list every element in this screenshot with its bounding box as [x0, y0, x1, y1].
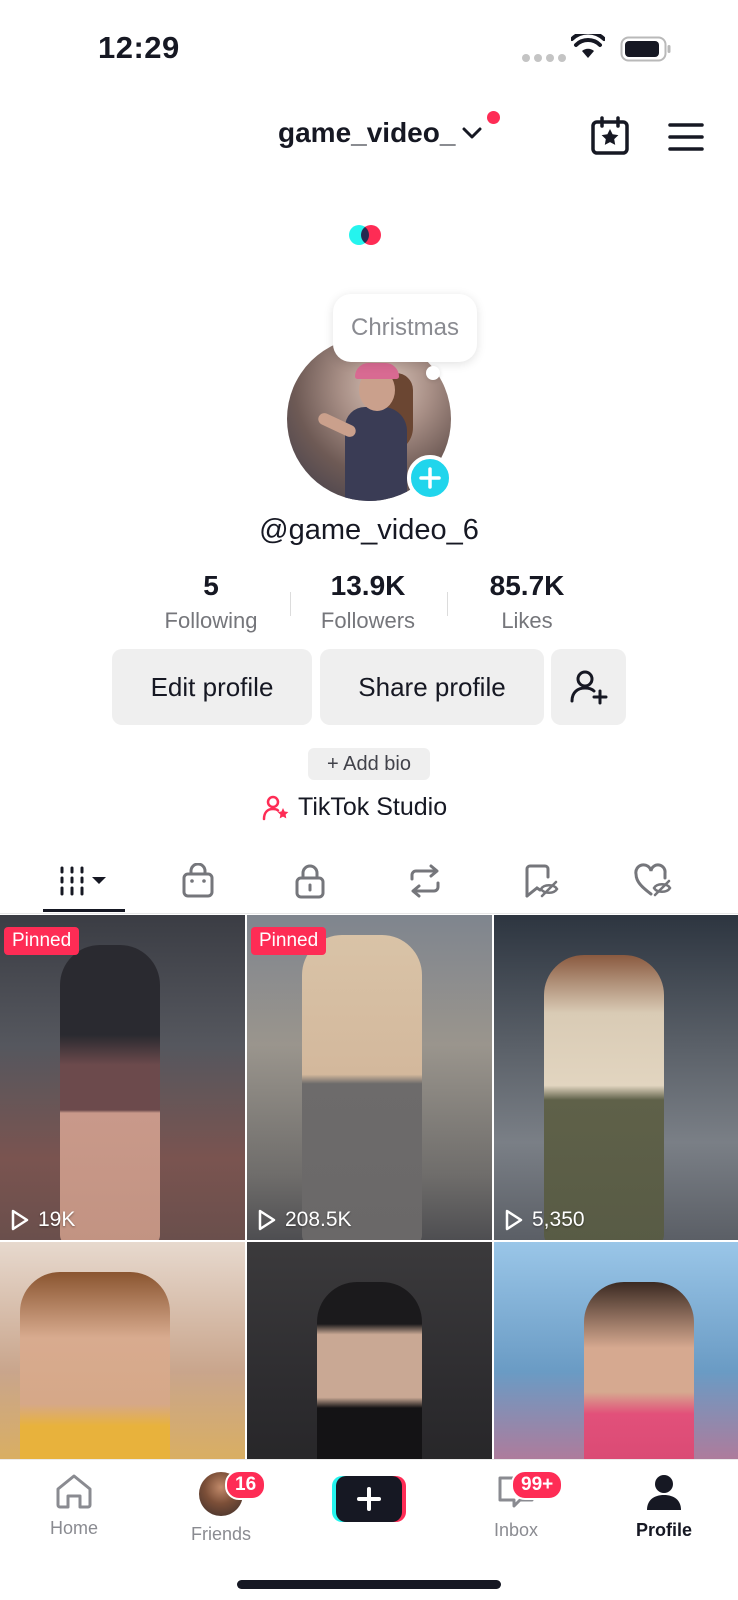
- add-friends-button[interactable]: [551, 649, 626, 725]
- nav-home[interactable]: Home: [14, 1472, 134, 1539]
- view-count-text: 19K: [38, 1208, 76, 1231]
- stat-divider: [290, 592, 291, 616]
- play-outline-icon: [11, 1209, 29, 1231]
- account-switcher[interactable]: game_video_: [278, 117, 483, 149]
- add-user-icon: [570, 670, 607, 705]
- tab-liked[interactable]: [598, 850, 708, 912]
- profile-stats: 5 Following 13.9K Followers 85.7K Likes: [0, 570, 738, 640]
- friends-badge: 16: [225, 1470, 267, 1500]
- stat-value: 85.7K: [489, 570, 565, 601]
- video-thumbnail[interactable]: [247, 1242, 492, 1459]
- favorites-hidden-icon: [525, 864, 559, 898]
- profile-tabs: [0, 850, 738, 914]
- status-bar: 12:29: [0, 0, 738, 100]
- nav-inbox[interactable]: Inbox 99+: [456, 1470, 576, 1541]
- stat-label: Following: [164, 608, 258, 633]
- stat-label: Followers: [320, 608, 416, 633]
- add-story-button[interactable]: [407, 455, 453, 501]
- view-count: 19K: [10, 1208, 75, 1232]
- profile-note-bubble[interactable]: Christmas: [333, 294, 477, 362]
- video-grid: Pinned 19K Pinned 208.5K 5,350: [0, 915, 738, 1459]
- nav-profile[interactable]: Profile: [604, 1472, 724, 1541]
- menu-icon[interactable]: [668, 122, 704, 152]
- liked-hidden-icon: [634, 863, 672, 897]
- play-outline-icon: [505, 1209, 523, 1231]
- creator-studio-icon: [262, 795, 289, 820]
- repost-icon: [410, 864, 440, 898]
- nav-label: Friends: [190, 1524, 252, 1544]
- profile-icon: [647, 1475, 681, 1510]
- tab-reposts[interactable]: [370, 850, 480, 912]
- pinned-badge: Pinned: [4, 927, 80, 955]
- note-tail: [426, 366, 440, 380]
- video-thumbnail[interactable]: Pinned 19K: [0, 915, 245, 1240]
- tab-videos[interactable]: [29, 850, 139, 912]
- note-text: Christmas: [350, 314, 459, 341]
- share-profile-button[interactable]: Share profile: [320, 649, 544, 725]
- profile-header: game_video_: [0, 100, 738, 180]
- add-bio-button[interactable]: + Add bio: [308, 748, 430, 780]
- view-count-text: 208.5K: [285, 1208, 352, 1231]
- stat-value: 5: [203, 570, 219, 601]
- header-username: game_video_: [278, 117, 456, 148]
- studio-label: TikTok Studio: [298, 793, 448, 821]
- nav-label: Inbox: [493, 1520, 539, 1540]
- home-icon: [56, 1474, 92, 1509]
- edit-profile-button[interactable]: Edit profile: [112, 649, 312, 725]
- active-tab-indicator: [43, 909, 125, 912]
- tab-favorites[interactable]: [485, 850, 595, 912]
- video-thumbnail[interactable]: [0, 1242, 245, 1459]
- videos-grid-icon: [60, 866, 106, 896]
- nav-friends[interactable]: Friends 16: [161, 1470, 281, 1545]
- stat-value: 13.9K: [330, 570, 406, 601]
- calendar-star-icon[interactable]: [590, 116, 630, 156]
- view-count: 208.5K: [257, 1208, 352, 1232]
- notification-dot: [487, 111, 500, 124]
- tab-private[interactable]: [255, 850, 365, 912]
- pinned-badge: Pinned: [251, 927, 327, 955]
- shop-bag-icon: [182, 863, 214, 898]
- view-count-text: 5,350: [532, 1208, 585, 1231]
- video-thumbnail[interactable]: 5,350: [494, 915, 738, 1240]
- nav-label: Profile: [635, 1520, 692, 1540]
- tiktok-studio-link[interactable]: TikTok Studio: [262, 793, 447, 822]
- stat-following[interactable]: 5 Following: [146, 570, 276, 634]
- video-thumbnail[interactable]: [494, 1242, 738, 1459]
- nav-label: Home: [49, 1518, 98, 1538]
- create-button[interactable]: [332, 1476, 406, 1522]
- status-time: 12:29: [98, 30, 180, 65]
- chevron-down-icon: [462, 127, 482, 139]
- profile-handle: @game_video_6: [259, 514, 479, 546]
- plus-icon: [419, 467, 441, 489]
- cellular-signal-icon: [522, 54, 566, 62]
- stat-divider: [447, 592, 448, 616]
- tab-shop[interactable]: [143, 850, 253, 912]
- view-count: 5,350: [504, 1208, 585, 1232]
- home-indicator: [237, 1580, 501, 1589]
- stat-label: Likes: [501, 608, 553, 633]
- wifi-icon: [571, 34, 605, 58]
- video-thumbnail[interactable]: Pinned 208.5K: [247, 915, 492, 1240]
- stat-followers[interactable]: 13.9K Followers: [303, 570, 433, 634]
- stat-likes[interactable]: 85.7K Likes: [462, 570, 592, 634]
- bottom-navigation: Home Friends 16 Inbox 99+ Profile: [0, 1459, 738, 1600]
- lock-icon: [295, 864, 325, 899]
- inbox-badge: 99+: [511, 1470, 564, 1500]
- play-outline-icon: [258, 1209, 276, 1231]
- battery-icon: [620, 36, 671, 62]
- loading-dots-icon: [349, 225, 389, 245]
